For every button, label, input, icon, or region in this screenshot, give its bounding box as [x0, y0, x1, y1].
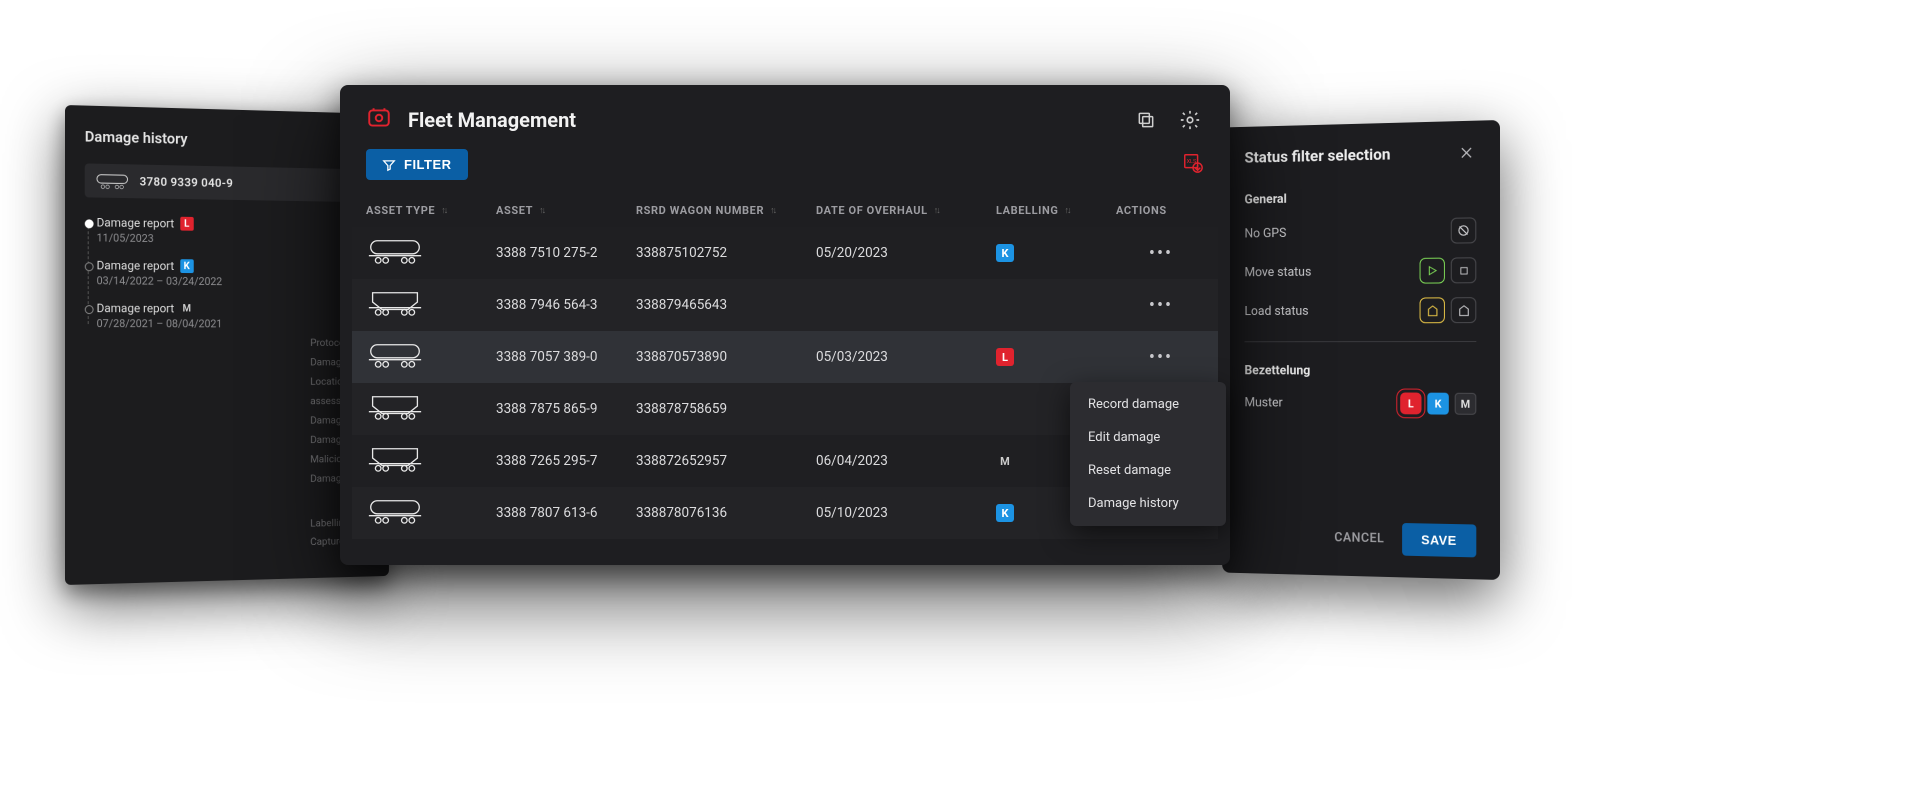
timeline-item[interactable]: Damage report M 07/28/2021 – 08/04/2021 — [97, 301, 371, 330]
wagon-chip[interactable]: 3780 9339 040-9 — [85, 163, 371, 202]
sort-icon: ↑↓ — [441, 205, 446, 216]
cell-asset: 3388 7875 865-9 — [496, 401, 636, 417]
col-asset[interactable]: ASSET↑↓ — [496, 204, 636, 217]
save-button[interactable]: SAVE — [1402, 523, 1477, 557]
row-actions-icon[interactable]: ••• — [1116, 295, 1206, 316]
load-status-loaded-icon[interactable] — [1420, 297, 1445, 323]
page-title: Fleet Management — [408, 108, 1116, 132]
label-badge-m: M — [996, 452, 1014, 470]
divider — [1244, 341, 1476, 342]
no-gps-toggle[interactable] — [1451, 217, 1477, 243]
row-actions-menu: Record damage Edit damage Reset damage D… — [1070, 382, 1226, 526]
col-rsrd[interactable]: RSRD WAGON NUMBER↑↓ — [636, 204, 816, 217]
col-actions: ACTIONS — [1116, 204, 1206, 217]
tank-wagon-icon — [95, 172, 130, 191]
label-load-status: Load status — [1244, 303, 1413, 318]
cell-asset-type — [366, 445, 496, 477]
muster-badge-l[interactable]: L — [1400, 392, 1421, 414]
cell-asset-type — [366, 393, 496, 425]
timeline-item-dates: 03/14/2022 – 03/24/2022 — [97, 274, 371, 289]
menu-reset-damage[interactable]: Reset damage — [1070, 454, 1226, 487]
cell-asset: 3388 7057 389-0 — [496, 349, 636, 365]
table-row[interactable]: 3388 7946 564-3 338879465643 ••• — [352, 279, 1218, 331]
copy-icon[interactable] — [1132, 106, 1160, 134]
muster-badge-k[interactable]: K — [1427, 393, 1448, 415]
cell-rsrd: 338879465643 — [636, 297, 816, 313]
timeline-item-dates: 07/28/2021 – 08/04/2021 — [97, 317, 371, 330]
move-status-stop-icon[interactable] — [1451, 257, 1477, 283]
cell-asset-type — [366, 497, 496, 529]
col-overhaul[interactable]: DATE OF OVERHAUL↑↓ — [816, 204, 996, 217]
label-badge-l: L — [180, 217, 193, 231]
cell-overhaul: 05/20/2023 — [816, 245, 996, 261]
gear-icon[interactable] — [1176, 106, 1204, 134]
label-move-status: Move status — [1244, 263, 1413, 279]
panel-header: Fleet Management — [340, 85, 1230, 145]
label-no-gps: No GPS — [1244, 223, 1444, 241]
cell-asset: 3388 7807 613-6 — [496, 505, 636, 521]
cell-rsrd: 338878076136 — [636, 505, 816, 521]
label-badge-k: K — [996, 244, 1014, 262]
row-actions-icon[interactable]: ••• — [1116, 243, 1206, 264]
fleet-brand-icon — [366, 105, 392, 135]
sort-icon: ↑↓ — [539, 205, 544, 216]
cell-labelling: K — [996, 244, 1116, 262]
label-badge-k: K — [180, 259, 193, 273]
timeline-item[interactable]: Damage report L 11/05/2023 — [97, 215, 371, 247]
section-bezettelung: Bezettelung — [1244, 364, 1476, 379]
load-status-empty-icon[interactable] — [1451, 297, 1477, 323]
toolbar: FILTER XLS — [340, 145, 1230, 194]
damage-history-title: Damage history — [85, 128, 371, 153]
muster-badge-m[interactable]: M — [1455, 393, 1477, 415]
menu-edit-damage[interactable]: Edit damage — [1070, 421, 1226, 454]
wagon-number: 3780 9339 040-9 — [140, 175, 233, 191]
cell-asset: 3388 7946 564-3 — [496, 297, 636, 313]
label-badge-m: M — [180, 302, 193, 316]
cell-rsrd: 338875102752 — [636, 245, 816, 261]
label-badge-l: L — [996, 348, 1014, 366]
cell-overhaul: 05/03/2023 — [816, 349, 996, 365]
sort-icon: ↑↓ — [934, 205, 939, 216]
cancel-button[interactable]: CANCEL — [1334, 530, 1384, 546]
cell-rsrd: 338872652957 — [636, 453, 816, 469]
cell-rsrd: 338878758659 — [636, 401, 816, 417]
table-row[interactable]: 3388 7510 275-2 338875102752 05/20/2023 … — [352, 227, 1218, 279]
timeline-item[interactable]: Damage report K 03/14/2022 – 03/24/2022 — [97, 258, 371, 289]
timeline-item-dates: 11/05/2023 — [97, 231, 371, 247]
cell-overhaul: 06/04/2023 — [816, 453, 996, 469]
cell-labelling: L — [996, 348, 1116, 366]
sort-icon: ↑↓ — [1064, 205, 1069, 216]
status-filter-panel: Status filter selection General No GPS M… — [1222, 120, 1500, 580]
timeline-item-title: Damage report — [97, 215, 175, 230]
table-header: ASSET TYPE↑↓ ASSET↑↓ RSRD WAGON NUMBER↑↓… — [352, 194, 1218, 227]
cell-asset-type — [366, 341, 496, 373]
col-labelling[interactable]: LABELLING↑↓ — [996, 204, 1116, 217]
damage-timeline: Damage report L 11/05/2023 Damage report K… — [85, 215, 371, 330]
close-icon[interactable] — [1457, 143, 1477, 167]
status-filter-title: Status filter selection — [1244, 143, 1456, 167]
cell-asset: 3388 7265 295-7 — [496, 453, 636, 469]
col-asset-type[interactable]: ASSET TYPE↑↓ — [366, 204, 496, 217]
filter-button-label: FILTER — [404, 157, 452, 172]
sort-icon: ↑↓ — [770, 205, 775, 216]
menu-damage-history[interactable]: Damage history — [1070, 487, 1226, 520]
export-xls-icon[interactable]: XLS — [1182, 152, 1204, 178]
row-actions-icon[interactable]: ••• — [1116, 347, 1206, 368]
label-badge-k: K — [996, 504, 1014, 522]
section-general: General — [1244, 188, 1476, 207]
cell-asset: 3388 7510 275-2 — [496, 245, 636, 261]
cell-asset-type — [366, 289, 496, 321]
table-row[interactable]: 3388 7057 389-0 338870573890 05/03/2023 … — [352, 331, 1218, 383]
cell-overhaul: 05/10/2023 — [816, 505, 996, 521]
timeline-item-title: Damage report — [97, 301, 175, 315]
timeline-item-title: Damage report — [97, 258, 175, 273]
cell-rsrd: 338870573890 — [636, 349, 816, 365]
cell-asset-type — [366, 237, 496, 269]
filter-icon — [382, 158, 396, 172]
move-status-play-icon[interactable] — [1420, 258, 1445, 284]
menu-record-damage[interactable]: Record damage — [1070, 388, 1226, 421]
label-muster: Muster — [1244, 395, 1394, 411]
filter-button[interactable]: FILTER — [366, 149, 468, 180]
